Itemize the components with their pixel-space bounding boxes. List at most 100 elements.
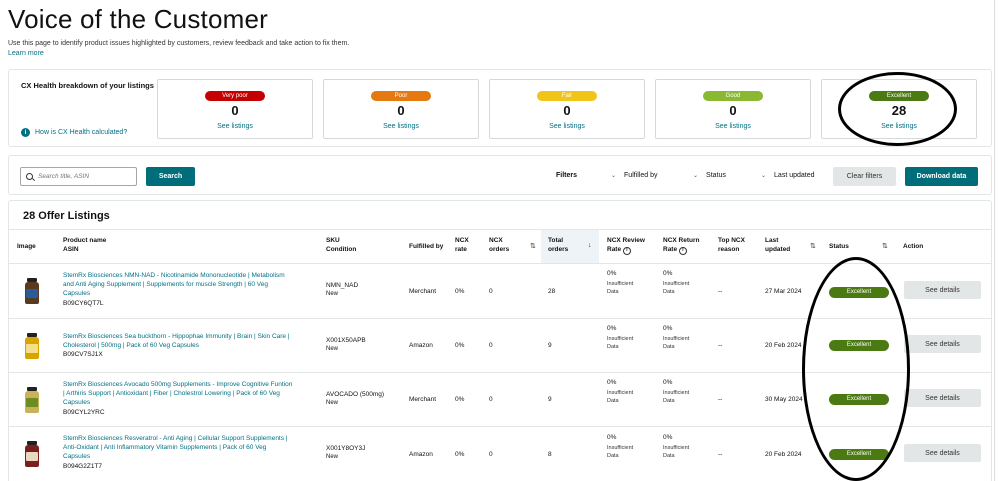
chevron-down-icon: ⌄ [611, 173, 617, 179]
filter-bar: Search Filters ⌄ Fulfilled by ⌄ Status ⌄… [8, 155, 992, 195]
sku: NMN_NAD [326, 282, 359, 289]
condition: New [326, 291, 339, 297]
col-review-rate: NCX Review Rate i [607, 236, 645, 255]
sort-down-icon[interactable]: ↓ [588, 242, 592, 249]
cx-badge-very-poor: Very poor [205, 91, 265, 101]
fulfilled-by-dropdown[interactable]: ⌄ Fulfilled by [611, 172, 658, 179]
cx-health-panel: CX Health breakdown of your listings i H… [8, 69, 992, 147]
col-sku-label: SKU [326, 237, 340, 244]
see-details-button[interactable]: See details [904, 281, 981, 299]
last-updated-label: Last updated [774, 172, 815, 179]
col-status: Status [829, 243, 849, 250]
product-image[interactable] [25, 387, 39, 413]
see-listings-very-poor[interactable]: See listings [158, 123, 312, 130]
cx-badge-excellent: Excellent [869, 91, 929, 101]
product-image[interactable] [25, 441, 39, 467]
see-listings-poor[interactable]: See listings [324, 123, 478, 130]
ncx-orders: 0 [489, 451, 493, 458]
col-product-name-label: Product name [63, 237, 107, 244]
review-rate: 0% [607, 379, 617, 386]
product-title-link[interactable]: StemRx Biosciences NMN-NAD - Nicotinamid… [63, 271, 318, 298]
total-orders: 8 [548, 451, 552, 458]
asin: B09CYL2YRC [63, 409, 105, 416]
review-rate-note: Insufficient Data [607, 281, 634, 295]
see-listings-fair[interactable]: See listings [490, 123, 644, 130]
product-title-link[interactable]: StemRx Biosciences Avocado 500mg Supplem… [63, 380, 318, 407]
see-details-button[interactable]: See details [904, 389, 981, 407]
col-image: Image [17, 243, 36, 250]
ncx-orders: 0 [489, 396, 493, 403]
see-listings-excellent[interactable]: See listings [822, 123, 976, 130]
status-dropdown[interactable]: ⌄ Status [693, 172, 726, 179]
ncx-orders: 0 [489, 342, 493, 349]
status-label: Status [706, 172, 726, 179]
cx-badge-poor: Poor [371, 91, 431, 101]
ncx-rate: 0% [455, 288, 465, 295]
return-rate: 0% [663, 325, 673, 332]
product-title-link[interactable]: StemRx Biosciences Sea buckthorn - Hippo… [63, 332, 318, 350]
last-updated: 20 Feb 2024 [765, 342, 802, 349]
page-description: Use this page to identify product issues… [8, 40, 350, 47]
col-asin-label: ASIN [63, 246, 79, 253]
top-reason: -- [718, 396, 723, 403]
last-updated: 30 May 2024 [765, 396, 803, 403]
ncx-rate: 0% [455, 342, 465, 349]
divider [9, 229, 991, 230]
sku: AVOCADO (500mg) [326, 391, 385, 398]
review-rate-note: Insufficient Data [607, 336, 634, 350]
search-button[interactable]: Search [146, 167, 195, 186]
col-ncx-rate: NCX rate [455, 236, 469, 254]
total-orders: 9 [548, 342, 552, 349]
clear-filters-button[interactable]: Clear filters [833, 167, 896, 186]
sort-icon[interactable]: ⇅ [882, 242, 888, 250]
top-reason: -- [718, 288, 723, 295]
product-image[interactable] [25, 333, 39, 359]
cx-card-excellent: Excellent 28 See listings [821, 79, 977, 139]
sort-icon[interactable]: ⇅ [530, 242, 536, 250]
see-details-button[interactable]: See details [904, 335, 981, 353]
ncx-rate: 0% [455, 451, 465, 458]
cx-health-how-link[interactable]: i How is CX Health calculated? [21, 128, 127, 137]
total-orders: 9 [548, 396, 552, 403]
see-details-button[interactable]: See details [904, 444, 981, 462]
col-sku: SKU Condition [326, 236, 356, 254]
search-icon [26, 173, 33, 180]
product-title-link[interactable]: StemRx Biosciences Resveratrol - Anti Ag… [63, 434, 318, 461]
divider [9, 426, 991, 427]
divider [9, 318, 991, 319]
product-image[interactable] [25, 278, 39, 304]
col-last-updated-1: Last [765, 237, 779, 244]
learn-more-link[interactable]: Learn more [8, 50, 44, 57]
col-fulfilled-by: Fulfilled by [409, 243, 444, 250]
download-data-button[interactable]: Download data [905, 167, 978, 186]
return-rate-note: Insufficient Data [663, 445, 690, 459]
return-rate: 0% [663, 379, 673, 386]
scrollbar[interactable] [994, 0, 1000, 481]
col-last-updated-2: updated [765, 246, 791, 253]
sort-icon[interactable]: ⇅ [810, 242, 816, 250]
filters-label: Filters [556, 172, 578, 179]
review-rate-note: Insufficient Data [607, 390, 634, 404]
see-listings-good[interactable]: See listings [656, 123, 810, 130]
top-reason: -- [718, 451, 723, 458]
info-icon[interactable]: i [622, 246, 631, 255]
col-ncx-orders-2: orders [489, 246, 510, 253]
cx-card-very-poor: Very poor 0 See listings [157, 79, 313, 139]
return-rate-note: Insufficient Data [663, 281, 690, 295]
search-input[interactable] [38, 173, 128, 180]
info-icon[interactable]: i [678, 246, 687, 255]
condition: New [326, 400, 339, 406]
last-updated-dropdown[interactable]: ⌄ Last updated [761, 172, 815, 179]
cx-count-poor: 0 [397, 103, 405, 118]
return-rate: 0% [663, 434, 673, 441]
cx-count-fair: 0 [563, 103, 571, 118]
condition: New [326, 346, 339, 352]
col-return-rate-1: NCX Return [663, 237, 700, 244]
listings-panel: 28 Offer Listings Image Product name ASI… [8, 200, 992, 481]
status-badge: Excellent [829, 287, 889, 298]
col-top-reason: Top NCX reason [718, 236, 745, 254]
chevron-down-icon: ⌄ [761, 173, 767, 179]
col-product-name: Product name ASIN [63, 236, 106, 254]
cx-badge-fair: Fair [537, 91, 597, 101]
search-box [20, 167, 137, 186]
